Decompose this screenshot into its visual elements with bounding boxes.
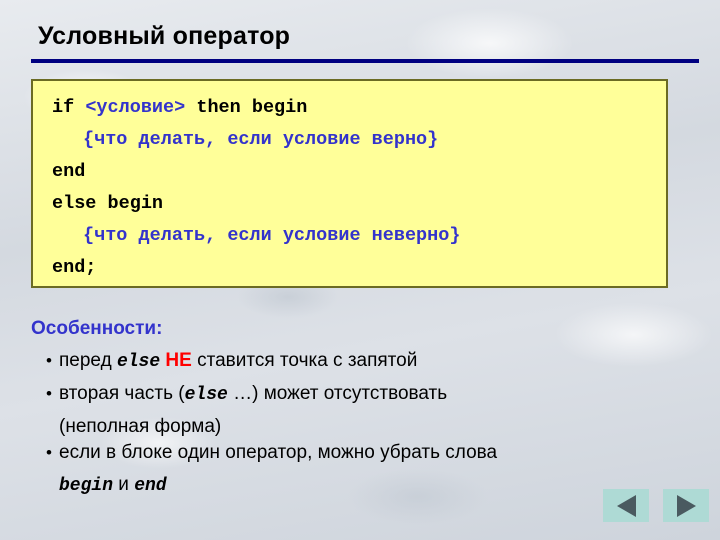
- code-line: else begin: [52, 188, 662, 220]
- code-line: {что делать, если условие неверно}: [52, 220, 662, 252]
- code-text: end: [52, 161, 86, 182]
- code-text-highlight: <условие>: [85, 97, 186, 118]
- code-text: else begin: [52, 193, 164, 214]
- next-slide-button[interactable]: [663, 489, 709, 522]
- list-item-emphasis: НЕ: [160, 350, 198, 371]
- code-line: {что делать, если условие верно}: [52, 124, 662, 156]
- bullet-icon: •: [46, 443, 52, 462]
- list-item-continuation: begin и end: [31, 472, 631, 499]
- code-line: end;: [52, 252, 662, 284]
- list-item-continuation: (неполная форма): [59, 416, 222, 437]
- list-item-text: вторая часть (: [59, 383, 185, 404]
- code-block-lines: if <условие> then begin {что делать, есл…: [52, 92, 662, 284]
- list-item-keyword: begin: [59, 476, 114, 496]
- triangle-left-icon: [616, 494, 636, 517]
- code-block: if <условие> then begin {что делать, есл…: [31, 79, 668, 288]
- list-item-keyword: end: [134, 476, 167, 496]
- page-title: Условный оператор: [38, 22, 291, 50]
- code-line: end: [52, 156, 662, 188]
- list-item-text: если в блоке один оператор, можно убрать…: [59, 442, 498, 463]
- list-item-text: и: [113, 474, 135, 495]
- code-line: if <условие> then begin: [52, 92, 662, 124]
- bullet-icon: •: [46, 351, 52, 370]
- code-text: if: [52, 97, 86, 118]
- code-comment: {что делать, если условие неверно}: [83, 225, 461, 246]
- list-item-text: …) может отсутствовать: [227, 383, 448, 404]
- list-item-keyword: else: [116, 352, 161, 372]
- list-item: • перед else НЕ ставится точка с запятой: [31, 348, 631, 375]
- list-item: • если в блоке один оператор, можно убрат…: [31, 440, 631, 466]
- code-text: end;: [52, 257, 97, 278]
- list-item-keyword: else: [184, 385, 228, 405]
- list-item: • вторая часть (else …) может отсутствова…: [31, 381, 631, 408]
- notes-heading: Особенности:: [31, 318, 163, 339]
- list-item-text: ставится точка с запятой: [197, 350, 418, 371]
- title-divider: [31, 59, 699, 63]
- previous-slide-button[interactable]: [603, 489, 649, 522]
- triangle-right-icon: [676, 494, 696, 517]
- code-comment: {что делать, если условие верно}: [83, 129, 439, 150]
- list-item-text: перед: [59, 350, 117, 371]
- slide-navigation: [603, 489, 709, 522]
- notes-section: Особенности: • перед else НЕ ставится точ…: [31, 318, 631, 499]
- bullet-icon: •: [46, 384, 52, 403]
- code-text: then begin: [185, 97, 308, 118]
